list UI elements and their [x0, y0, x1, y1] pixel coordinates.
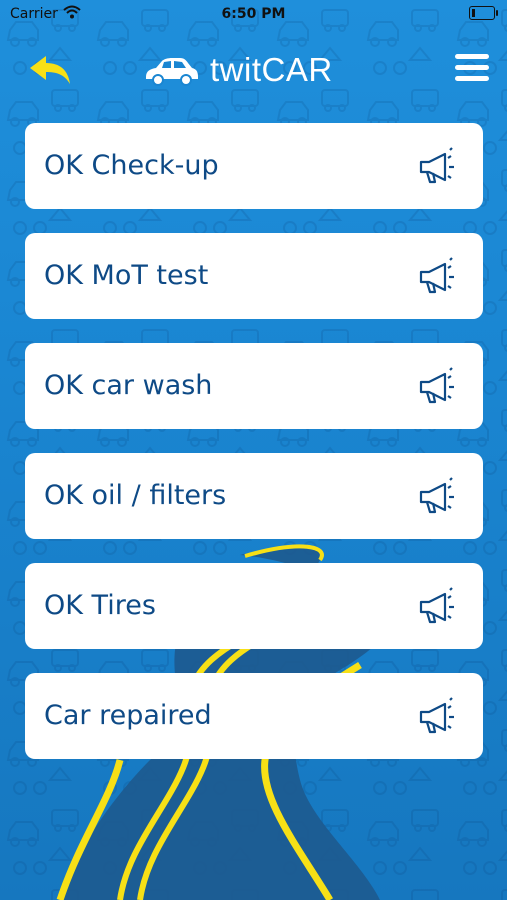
status-item-oil-filters[interactable]: OK oil / filters	[25, 453, 483, 539]
app-title: twitCAR	[210, 51, 333, 88]
megaphone-icon[interactable]	[417, 586, 461, 626]
status-item-car-repaired[interactable]: Car repaired	[25, 673, 483, 759]
status-item-car-wash[interactable]: OK car wash	[25, 343, 483, 429]
status-bar: Carrier 6:50 PM	[0, 0, 507, 28]
app-brand: twitCAR	[142, 48, 333, 92]
status-item-label: OK Check-up	[44, 150, 219, 181]
battery-icon	[469, 6, 498, 20]
megaphone-icon[interactable]	[417, 256, 461, 296]
megaphone-icon[interactable]	[417, 696, 461, 736]
status-item-check-up[interactable]: OK Check-up	[25, 123, 483, 209]
app-header: twitCAR	[0, 40, 507, 100]
megaphone-icon[interactable]	[417, 366, 461, 406]
car-icon	[146, 58, 198, 86]
hamburger-menu-icon[interactable]	[455, 54, 489, 84]
status-item-label: OK Tires	[44, 590, 156, 621]
status-item-label: OK MoT test	[44, 260, 209, 291]
status-item-label: Car repaired	[44, 700, 212, 731]
status-list: OK Check-up OK MoT test OK car wash OK o…	[25, 123, 483, 783]
megaphone-icon[interactable]	[417, 476, 461, 516]
megaphone-icon[interactable]	[417, 146, 461, 186]
status-item-tires[interactable]: OK Tires	[25, 563, 483, 649]
back-arrow-icon[interactable]	[26, 52, 74, 88]
status-item-label: OK car wash	[44, 370, 213, 401]
status-item-mot-test[interactable]: OK MoT test	[25, 233, 483, 319]
status-item-label: OK oil / filters	[44, 480, 227, 511]
status-time: 6:50 PM	[221, 6, 286, 22]
